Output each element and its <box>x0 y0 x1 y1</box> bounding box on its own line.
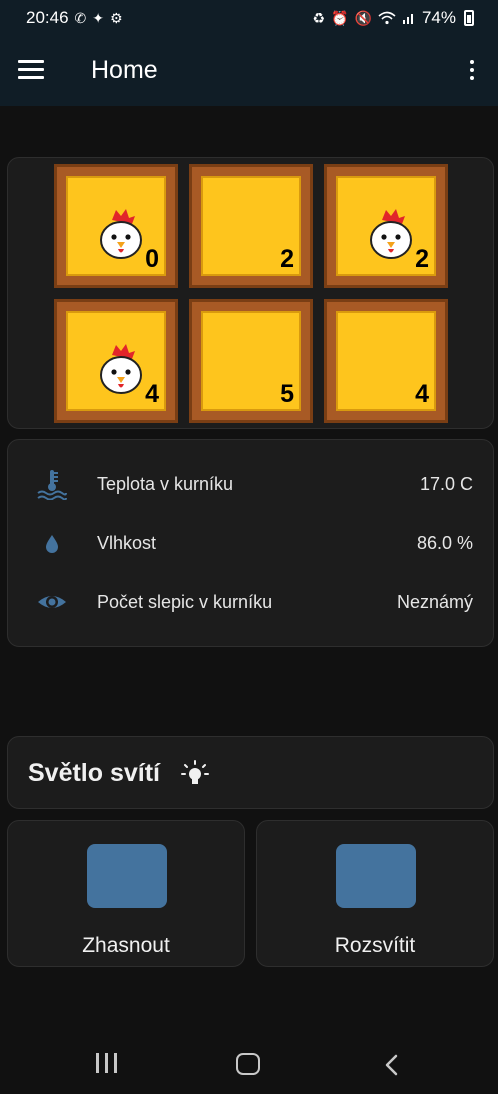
sensors-card: Teplota v kurníku 17.0 C Vlhkost 86.0 % … <box>7 439 494 647</box>
back-icon[interactable] <box>382 1054 402 1076</box>
nest-count: 4 <box>145 380 159 408</box>
water-drop-icon <box>46 535 58 553</box>
sensor-value: Neznámý <box>396 591 473 612</box>
whatsapp-icon: ✆ <box>74 10 87 26</box>
nest-tile-inner: 4 <box>66 311 166 411</box>
eye-icon <box>38 596 66 608</box>
recent-apps-icon[interactable] <box>96 1053 118 1073</box>
home-icon[interactable] <box>236 1053 260 1075</box>
nest-tile-inner: 5 <box>201 311 301 411</box>
sensor-value: 86.0 % <box>416 532 473 553</box>
app-bar: Home <box>0 36 498 106</box>
system-nav-bar <box>0 1036 498 1094</box>
turn-off-label: Zhasnout <box>82 934 170 957</box>
lightbulb-on-icon <box>181 760 209 784</box>
recycle-icon: ♻ <box>312 10 326 26</box>
nest-tile-inner: 2 <box>336 176 436 276</box>
turn-on-label: Rozsvítit <box>334 934 416 957</box>
chicken-icon <box>100 209 142 259</box>
sensor-value: 17.0 C <box>419 473 473 494</box>
battery-icon <box>464 10 474 26</box>
nest-tile-6[interactable]: 4 <box>324 299 448 423</box>
button-icon-square <box>336 844 416 908</box>
nest-tile-inner: 4 <box>336 311 436 411</box>
battery-percent: 74% <box>421 8 456 27</box>
nest-count: 5 <box>280 380 294 408</box>
sensor-row-chicken-count[interactable]: Počet slepic v kurníku Neznámý <box>8 580 493 624</box>
chicken-icon <box>370 209 412 259</box>
sensor-label: Vlhkost <box>97 532 157 553</box>
nest-count: 2 <box>415 245 429 273</box>
signal-icon <box>402 14 413 24</box>
nest-tile-inner: 2 <box>201 176 301 276</box>
more-options-icon[interactable] <box>468 60 476 84</box>
chicken-icon <box>100 344 142 394</box>
page-title: Home <box>91 56 158 84</box>
mute-icon: 🔇 <box>354 10 372 26</box>
light-status-card: Světlo svítí <box>7 736 494 809</box>
nest-tile-4[interactable]: 4 <box>54 299 178 423</box>
turn-off-button[interactable]: Zhasnout <box>7 820 245 967</box>
clock: 20:46 <box>26 8 69 27</box>
thermometer-water-icon <box>37 470 67 500</box>
nest-count: 2 <box>280 245 294 273</box>
nest-tile-3[interactable]: 2 <box>324 164 448 288</box>
nest-tile-2[interactable]: 2 <box>189 164 313 288</box>
sensor-label: Teplota v kurníku <box>97 473 234 494</box>
light-status-title: Světlo svítí <box>28 759 160 787</box>
sensor-row-humidity[interactable]: Vlhkost 86.0 % <box>8 521 493 565</box>
nest-count: 4 <box>415 380 429 408</box>
settings-icon: ⚙ <box>110 10 123 26</box>
nest-tile-5[interactable]: 5 <box>189 299 313 423</box>
nest-count: 0 <box>145 245 159 273</box>
menu-button[interactable] <box>18 60 44 82</box>
turn-on-button[interactable]: Rozsvítit <box>256 820 494 967</box>
nest-tile-inner: 0 <box>66 176 166 276</box>
sensor-label: Počet slepic v kurníku <box>97 591 273 612</box>
wifi-icon <box>378 11 396 25</box>
status-bar: 20:46 ✆ ✦ ⚙ ♻ ⏰ 🔇 74% <box>0 0 498 36</box>
sensor-row-temperature[interactable]: Teplota v kurníku 17.0 C <box>8 462 493 506</box>
alarm-icon: ⏰ <box>331 10 349 26</box>
nest-tile-1[interactable]: 0 <box>54 164 178 288</box>
button-icon-square <box>87 844 167 908</box>
nest-grid-card: 0 2 2 4 5 4 <box>7 157 494 429</box>
apps-icon: ✦ <box>92 10 105 26</box>
